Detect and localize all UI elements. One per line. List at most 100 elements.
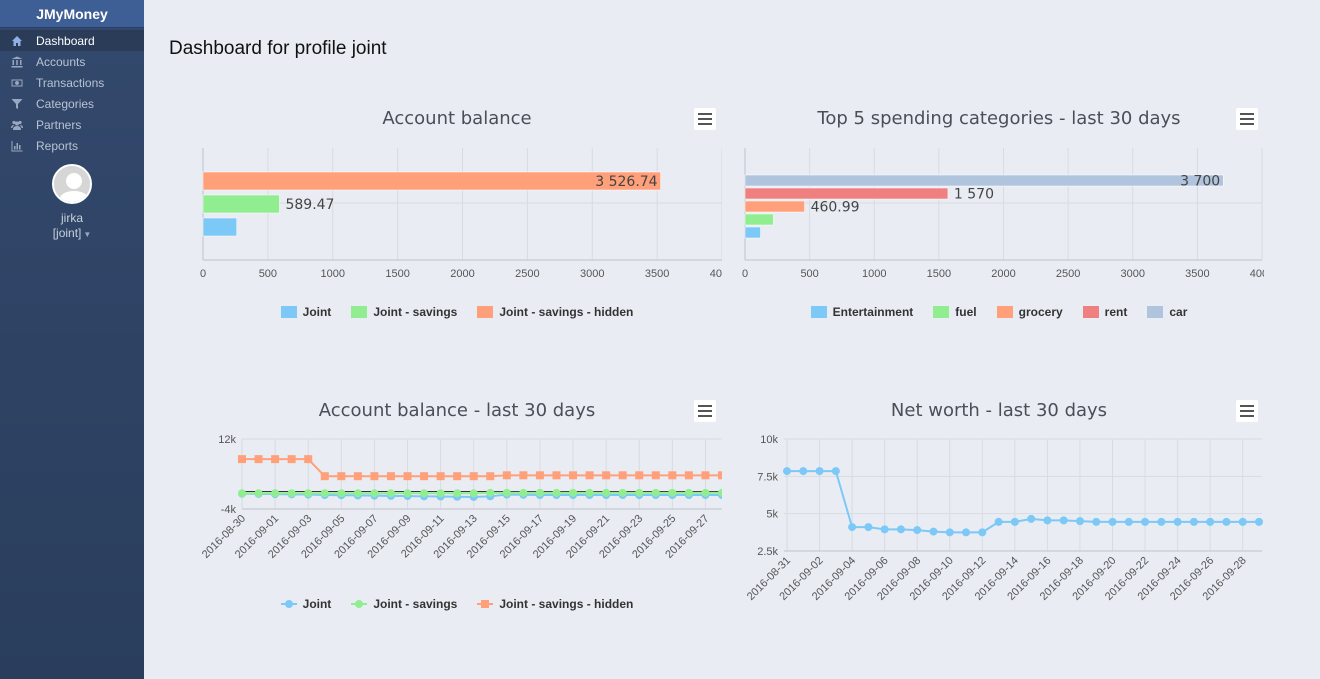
y-tick-label: 10k (760, 434, 778, 446)
data-point (1043, 516, 1052, 525)
x-tick-label: 2000 (450, 268, 474, 280)
legend-item-entertainment[interactable]: Entertainment (810, 305, 913, 319)
data-point (913, 526, 922, 535)
sidebar-item-categories[interactable]: Categories (0, 93, 144, 114)
sidebar-item-partners[interactable]: Partners (0, 114, 144, 135)
data-point (701, 488, 710, 497)
data-point (635, 488, 644, 497)
legend-item-joint-savings-hidden[interactable]: Joint - savings - hidden (477, 305, 633, 319)
sidebar-item-label: Dashboard (36, 33, 95, 48)
bar (744, 213, 774, 226)
data-point (386, 472, 395, 481)
data-point (486, 472, 495, 481)
sidebar-item-reports[interactable]: Reports (0, 135, 144, 156)
app-title[interactable]: JMyMoney (0, 0, 144, 28)
data-point (370, 489, 379, 498)
legend-swatch (810, 306, 827, 318)
legend-item-joint-savings[interactable]: Joint - savings (351, 305, 457, 319)
bar (744, 174, 1224, 187)
data-point (386, 489, 395, 498)
money-icon (10, 77, 24, 89)
data-point (552, 471, 561, 480)
y-tick-label: 12k (218, 434, 236, 446)
bar (744, 200, 805, 213)
legend-swatch (1147, 306, 1164, 318)
profile-selector[interactable]: [joint] ▼ (0, 226, 144, 240)
profile-name: [joint] (52, 226, 82, 240)
avatar[interactable] (52, 164, 92, 204)
x-tick-label: 2500 (1056, 268, 1080, 280)
data-point (469, 472, 478, 481)
top-spending-chart: 0 500 1000 1500 2000 2500 3000 3500 4000 460.99 1 … (742, 148, 1264, 280)
sidebar-item-label: Partners (36, 117, 82, 132)
x-tick-label: 4000 (1250, 268, 1264, 280)
legend-label: rent (1104, 305, 1128, 319)
data-point (585, 488, 594, 497)
legend-label: Joint (302, 305, 332, 319)
data-point (929, 527, 938, 536)
data-point (701, 471, 710, 480)
x-tick-label: 2500 (515, 268, 539, 280)
legend-item-grocery[interactable]: grocery (996, 305, 1063, 319)
user-profile: jirka [joint] ▼ (0, 164, 144, 240)
legend-item-joint-savings[interactable]: Joint - savings (351, 597, 457, 611)
data-point (799, 467, 808, 476)
data-point (337, 472, 346, 481)
sidebar-item-transactions[interactable]: Transactions (0, 72, 144, 93)
page-title: Dashboard for profile joint (169, 38, 387, 59)
series-line (242, 458, 722, 478)
chart-title: Net worth - last 30 days (890, 400, 1108, 421)
data-point (668, 488, 677, 497)
legend-item-joint[interactable]: Joint (280, 597, 331, 611)
data-point (304, 489, 313, 498)
bar-data-label: 3 700 (1180, 174, 1220, 190)
user-silhouette-icon (54, 166, 90, 202)
bar-data-label: 589.47 (285, 197, 334, 213)
data-point (304, 455, 313, 464)
legend-swatch (933, 306, 950, 318)
data-point (1059, 516, 1068, 525)
filter-icon (10, 98, 24, 110)
data-point (1222, 517, 1231, 526)
chart-menu-button[interactable] (694, 108, 716, 130)
x-tick-label: 2000 (991, 268, 1015, 280)
data-point (320, 472, 329, 481)
legend-item-car[interactable]: car (1147, 305, 1187, 319)
chart-title: Account balance - last 30 days (318, 400, 596, 421)
data-point (535, 471, 544, 480)
data-point (994, 517, 1003, 526)
x-tick-label: 1500 (385, 268, 409, 280)
legend-label: Joint - savings - hidden (499, 305, 634, 319)
sidebar-item-dashboard[interactable]: Dashboard (0, 30, 144, 51)
legend-line-swatch (477, 598, 494, 610)
data-point (287, 489, 296, 498)
data-point (1027, 514, 1036, 523)
data-point (718, 471, 722, 480)
balance-history-chart: 2016-08-302016-09-012016-09-032016-09-05… (200, 434, 722, 561)
legend-item-joint-savings-hidden[interactable]: Joint - savings - hidden (477, 597, 633, 611)
y-tick-label: 5k (766, 509, 778, 521)
legend-item-fuel[interactable]: fuel (933, 305, 977, 319)
legend-item-rent[interactable]: rent (1082, 305, 1128, 319)
data-point (815, 467, 824, 476)
chart-menu-button[interactable] (694, 400, 716, 422)
x-tick-label: 3500 (645, 268, 669, 280)
chart-legend: Joint Joint - savings Joint - savings - … (192, 305, 722, 319)
account-balance-chart: 0 500 1000 1500 2000 2500 3000 3500 4000 589.47 3 … (200, 148, 722, 280)
data-point (238, 455, 246, 464)
bar-data-label: 1 570 (954, 187, 994, 203)
sidebar-item-accounts[interactable]: Accounts (0, 51, 144, 72)
legend-item-joint[interactable]: Joint (280, 305, 332, 319)
bar-chart-icon (10, 140, 24, 152)
data-point (469, 489, 478, 498)
data-point (569, 471, 578, 480)
data-point (585, 471, 594, 480)
legend-swatch (280, 306, 297, 318)
chart-menu-button[interactable] (1236, 108, 1258, 130)
bar-data-label: 460.99 (811, 200, 860, 216)
data-point (453, 472, 462, 481)
x-tick-label: 0 (200, 268, 206, 280)
chart-menu-button[interactable] (1236, 400, 1258, 422)
data-point (1189, 517, 1198, 526)
data-point (651, 488, 660, 497)
